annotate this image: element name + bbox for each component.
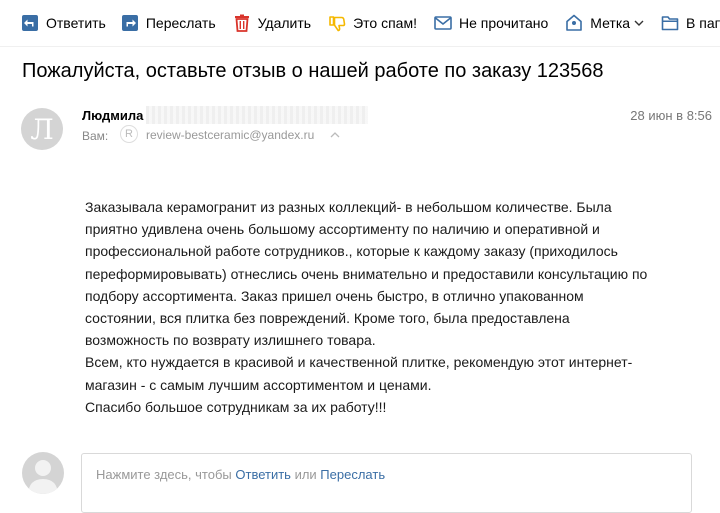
quick-reply-prompt[interactable]: Нажмите здесь, чтобы Ответить или Пересл… — [96, 467, 385, 482]
recipient-address[interactable]: review-bestceramic@yandex.ru — [146, 128, 314, 142]
folder-label: В папку — [686, 15, 720, 31]
label-label: Метка — [590, 15, 631, 31]
body-line: Спасибо большое сотрудникам за их работу… — [85, 398, 387, 415]
delete-button[interactable]: Удалить — [232, 0, 321, 46]
forward-icon — [120, 13, 140, 33]
forward-button[interactable]: Переслать — [120, 0, 226, 46]
mark-unread-button[interactable]: Не прочитано — [433, 0, 558, 46]
unread-label: Не прочитано — [458, 15, 549, 31]
body-line: Всем, кто нуждается в красивой и качеств… — [85, 354, 633, 371]
tag-icon — [564, 13, 584, 33]
quick-reply-box[interactable] — [81, 453, 692, 513]
body-line: возможность по возврату излишнего товара… — [85, 332, 376, 349]
chevron-down-icon — [634, 18, 644, 28]
body-line: профессиональной работе сотрудников., ко… — [85, 243, 618, 260]
body-line: Заказывала керамогранит из разных коллек… — [85, 199, 612, 215]
quick-reply-link[interactable]: Ответить — [235, 467, 291, 482]
recipient-avatar: R — [120, 125, 138, 143]
trash-icon — [232, 13, 252, 33]
forward-label: Переслать — [145, 15, 216, 31]
reply-button[interactable]: Ответить — [20, 0, 116, 46]
message-body: Заказывала керамогранит из разных коллек… — [85, 196, 695, 418]
recipient-label: Вам: — [82, 129, 109, 143]
body-line: переформировывать) отнеслись очень внима… — [85, 265, 648, 282]
thumbs-down-icon — [327, 13, 347, 33]
folder-icon — [660, 13, 680, 33]
message-date: 28 июн в 8:56 — [630, 108, 712, 123]
user-avatar — [22, 452, 64, 494]
move-to-folder-button[interactable]: В папку — [660, 0, 720, 46]
chevron-up-icon[interactable] — [330, 131, 340, 139]
reply-icon — [20, 13, 40, 33]
recipient-avatar-letter: R — [125, 128, 133, 140]
body-line: подбору ассортимента. Заказ пришел очень… — [85, 287, 584, 304]
spam-button[interactable]: Это спам! — [327, 0, 427, 46]
label-button[interactable]: Метка — [564, 0, 654, 46]
toolbar: Ответить Переслать Удалить Это спам! Не … — [0, 0, 720, 47]
quick-forward-link[interactable]: Переслать — [320, 467, 385, 482]
message-subject: Пожалуйста, оставьте отзыв о нашей работ… — [22, 60, 604, 82]
reply-prompt-middle: или — [290, 467, 321, 482]
avatar-letter: Л — [30, 112, 54, 146]
body-line: магазин - с самым лучшим ассортиментом и… — [85, 376, 432, 393]
body-line: приятно удивлена очень большому ассортим… — [85, 221, 600, 238]
envelope-icon — [433, 13, 453, 33]
user-silhouette-icon — [28, 460, 58, 494]
sender-avatar[interactable]: Л — [21, 108, 63, 150]
reply-label: Ответить — [46, 15, 106, 31]
body-line: состоянии, вся плитка без повреждений. К… — [85, 310, 570, 327]
sender-name[interactable]: Людмила — [82, 108, 143, 123]
delete-label: Удалить — [257, 15, 312, 31]
reply-prompt-prefix: Нажмите здесь, чтобы — [96, 467, 236, 482]
spam-label: Это спам! — [353, 15, 417, 31]
sender-email-redacted — [146, 106, 368, 124]
